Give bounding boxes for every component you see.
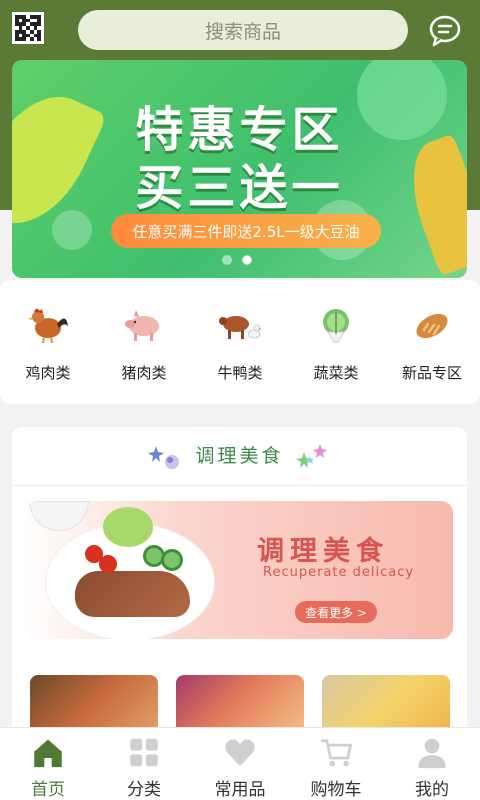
promo-banner[interactable]: 特惠专区 买三送一 任意买满三件即送2.5L一级大豆油 (12, 60, 467, 278)
header-bar: 搜索商品 (0, 0, 480, 60)
home-icon (34, 739, 62, 768)
tab-home[interactable]: 首页 (0, 728, 96, 800)
lettuce-image (103, 507, 153, 547)
tab-favorites[interactable]: 常用品 (192, 728, 288, 800)
category-label: 蔬菜类 (313, 364, 359, 382)
carousel-dot[interactable] (222, 255, 232, 265)
person-icon (418, 738, 446, 769)
banner-title-line2: 买三送一 (135, 160, 344, 216)
grid-icon (130, 738, 158, 767)
search-placeholder: 搜索商品 (204, 20, 281, 43)
tab-profile[interactable]: 我的 (384, 728, 480, 800)
rooster-icon (28, 308, 68, 344)
category-label: 猪肉类 (121, 364, 167, 382)
pig-icon (125, 310, 159, 341)
chat-bubble-icon[interactable] (428, 13, 462, 47)
cabbage-icon (323, 309, 349, 343)
steak-image (75, 571, 190, 617)
section-title: 调理美食 (195, 445, 284, 467)
tab-cart[interactable]: 购物车 (288, 728, 384, 800)
view-more-button[interactable]: 查看更多 > (295, 601, 377, 623)
category-new-items[interactable]: 新品专区 (387, 280, 477, 404)
category-row: 鸡肉类 猪肉类 牛鸭类 蔬菜类 新品专区 (0, 280, 480, 404)
section-card: 调理美食 调理美食 Recuperate delicacy 查看更多 > (12, 427, 467, 747)
tab-label: 我的 (415, 780, 449, 800)
heart-icon (225, 739, 255, 767)
tab-category[interactable]: 分类 (96, 728, 192, 800)
promo-card[interactable]: 调理美食 Recuperate delicacy 查看更多 > (25, 501, 453, 639)
cart-icon (321, 739, 353, 767)
category-pork[interactable]: 猪肉类 (99, 280, 189, 404)
cup-decoration (29, 501, 89, 531)
category-label: 牛鸭类 (217, 364, 263, 382)
carousel-dots (222, 255, 252, 265)
carousel-dot-active[interactable] (242, 255, 252, 265)
tab-label: 首页 (31, 780, 65, 800)
bread-icon (416, 313, 448, 339)
bottom-tab-bar: 首页 分类 常用品 购物车 我的 (0, 727, 480, 800)
banner-subtitle: 任意买满三件即送2.5L一级大豆油 (111, 214, 381, 248)
category-chicken[interactable]: 鸡肉类 (3, 280, 93, 404)
tab-label: 常用品 (214, 780, 266, 800)
search-input[interactable]: 搜索商品 (78, 10, 408, 50)
tab-label: 分类 (127, 780, 161, 800)
category-label: 鸡肉类 (25, 364, 71, 382)
category-vegetables[interactable]: 蔬菜类 (291, 280, 381, 404)
cow-duck-icon (219, 316, 262, 339)
promo-subtitle: Recuperate delicacy (263, 565, 415, 580)
qr-code-icon[interactable] (12, 12, 44, 44)
cucumber-image (161, 549, 183, 571)
tab-label: 购物车 (310, 780, 362, 800)
divider (12, 485, 467, 486)
tomato-image (99, 555, 117, 573)
star-decoration-icon (296, 444, 327, 468)
category-beef-duck[interactable]: 牛鸭类 (195, 280, 285, 404)
product-thumbnails (30, 675, 450, 737)
category-label: 新品专区 (401, 364, 462, 382)
promo-title: 调理美食 (257, 536, 389, 567)
